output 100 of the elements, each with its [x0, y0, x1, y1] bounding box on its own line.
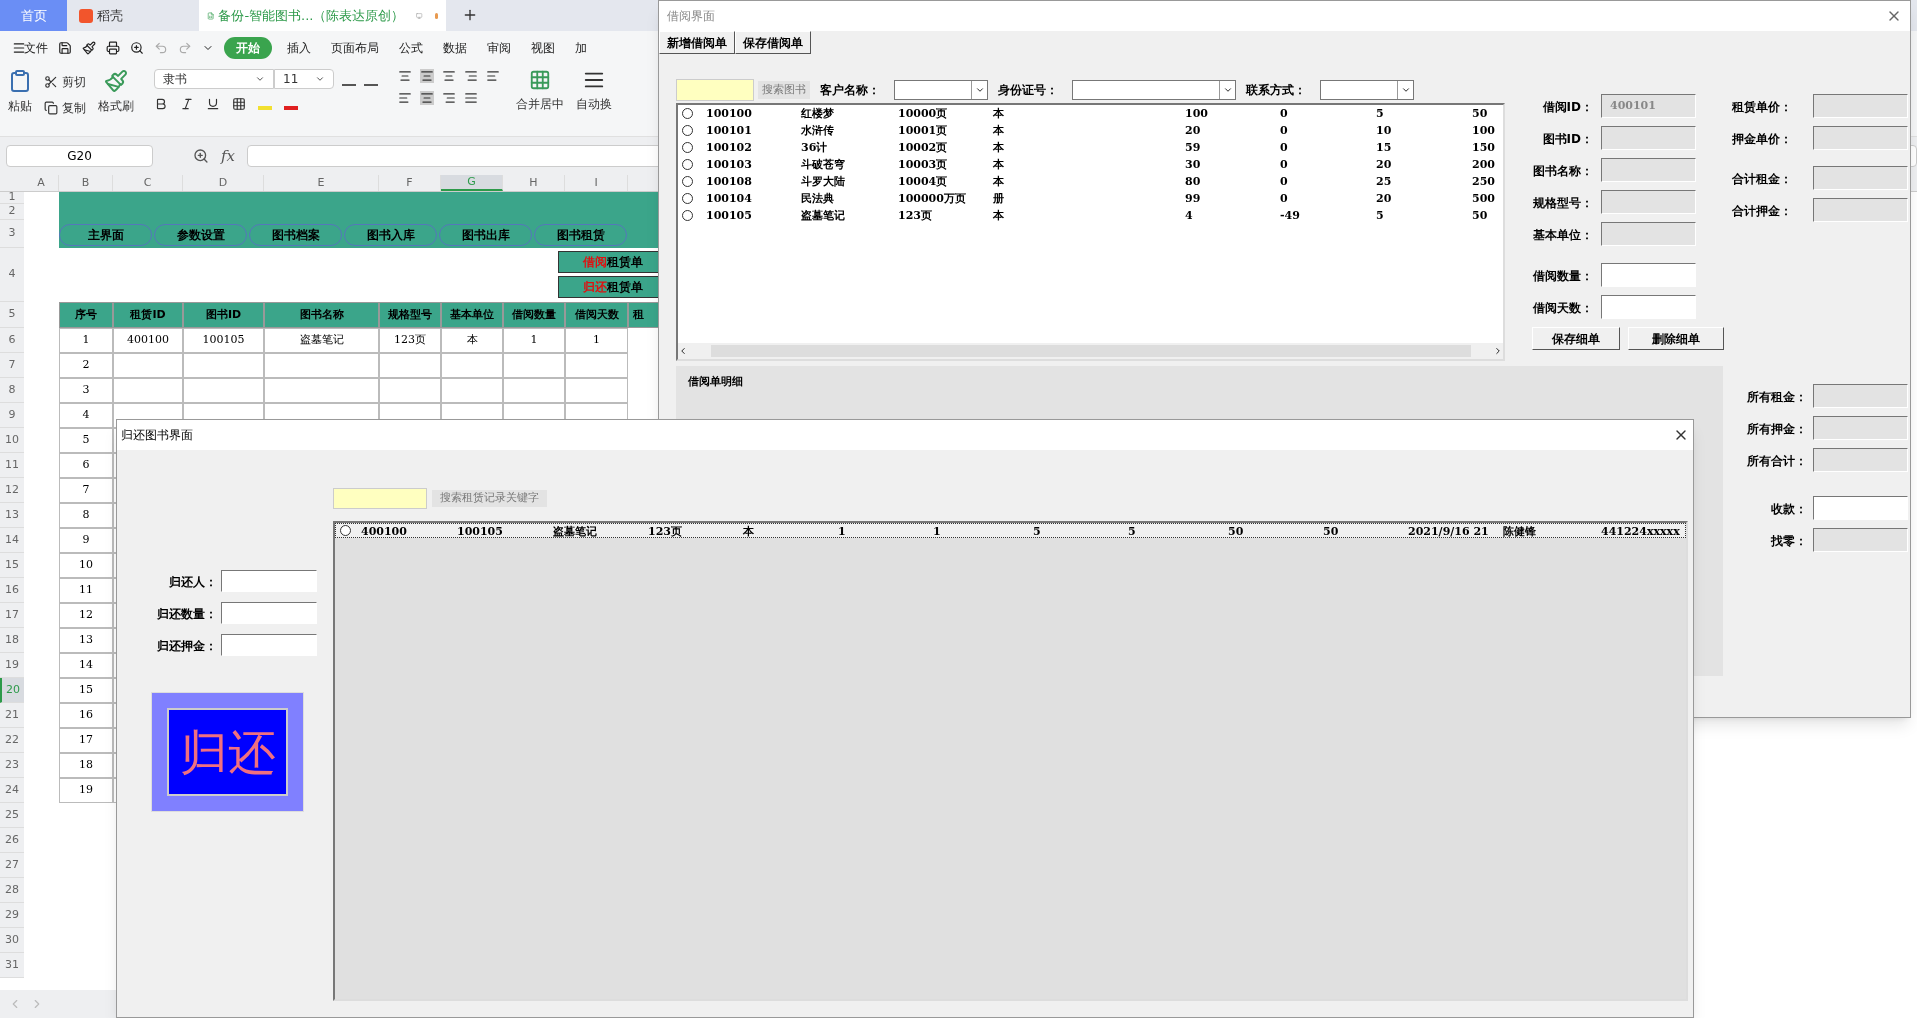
- ribbon-tab[interactable]: 加: [570, 39, 592, 57]
- justify-icon[interactable]: [464, 91, 478, 105]
- row-header[interactable]: 22: [0, 728, 24, 753]
- row-header[interactable]: 29: [0, 903, 24, 928]
- row-header[interactable]: 13: [0, 503, 24, 528]
- zoom-icon[interactable]: [193, 148, 210, 164]
- row-header[interactable]: 21: [0, 703, 24, 728]
- copy-button[interactable]: 复制: [62, 99, 86, 117]
- brush-icon[interactable]: [82, 41, 96, 55]
- row-header[interactable]: 8: [0, 378, 24, 403]
- document-tab[interactable]: 首页: [0, 0, 67, 31]
- row-header[interactable]: 2: [0, 204, 24, 220]
- book-row[interactable]: 100102 36计 10002页 本 59 0 15 150: [678, 139, 1503, 156]
- radio-button[interactable]: [682, 108, 693, 119]
- radio-button[interactable]: [682, 210, 693, 221]
- row-header[interactable]: 7: [0, 353, 24, 378]
- bold-icon[interactable]: [154, 97, 168, 111]
- ribbon-tab[interactable]: 视图: [526, 39, 560, 57]
- book-row[interactable]: 100108 斗罗大陆 10004页 本 80 0 25 250: [678, 173, 1503, 190]
- preview-icon[interactable]: [130, 41, 144, 55]
- row-header[interactable]: 1: [0, 192, 24, 204]
- column-header[interactable]: E: [264, 175, 379, 191]
- underline-icon[interactable]: [206, 97, 220, 111]
- format-painter-button[interactable]: 格式刷: [98, 97, 134, 115]
- italic-icon[interactable]: [180, 97, 194, 111]
- cut-button[interactable]: 剪切: [62, 73, 86, 91]
- radio-button[interactable]: [682, 159, 693, 170]
- combo-box[interactable]: [894, 80, 988, 100]
- ribbon-tab[interactable]: 插入: [282, 39, 316, 57]
- record-row[interactable]: 400100 100105 盗墓笔记 123页 本 1 1 5 5 50 50 2021/9/16 21 陈健锋 441224xxxxx: [335, 523, 1686, 538]
- row-header[interactable]: 31: [0, 953, 24, 978]
- combo-box[interactable]: [1320, 80, 1414, 100]
- ribbon-tab[interactable]: 审阅: [482, 39, 516, 57]
- horizontal-scrollbar[interactable]: [678, 343, 1503, 359]
- row-header[interactable]: 25: [0, 803, 24, 828]
- column-header[interactable]: H: [503, 175, 565, 191]
- ribbon-tab[interactable]: 公式: [394, 39, 428, 57]
- row-header[interactable]: 28: [0, 878, 24, 903]
- row-header[interactable]: 6: [0, 328, 24, 353]
- save-icon[interactable]: [58, 41, 72, 55]
- align-right-icon[interactable]: [442, 91, 456, 105]
- function-button[interactable]: fx: [221, 144, 236, 168]
- cell-name-box[interactable]: G20: [6, 145, 154, 167]
- radio-button[interactable]: [682, 142, 693, 153]
- align-left-icon[interactable]: [398, 91, 412, 105]
- row-header[interactable]: 5: [0, 302, 24, 328]
- radio-button[interactable]: [340, 525, 351, 536]
- paste-button[interactable]: 粘贴: [8, 97, 32, 115]
- print-icon[interactable]: [106, 41, 120, 55]
- row-header[interactable]: 4: [0, 248, 24, 302]
- book-row[interactable]: 100104 民法典 100000万页 册 99 0 20 500: [678, 190, 1503, 207]
- wrap-text-button[interactable]: 自动换: [576, 95, 612, 113]
- ribbon-tab[interactable]: 页面布局: [326, 39, 384, 57]
- font-dropdown[interactable]: 隶书: [154, 69, 274, 89]
- return-button[interactable]: 归还: [167, 708, 288, 796]
- dialog-button[interactable]: 保存细单: [1532, 327, 1620, 350]
- dialog-button[interactable]: 新增借阅单: [659, 31, 735, 54]
- column-header[interactable]: C: [113, 175, 183, 191]
- book-row[interactable]: 100100 红楼梦 10000页 本 100 0 5 50: [678, 105, 1503, 122]
- search-records-button[interactable]: 搜索租赁记录关键字: [432, 490, 547, 507]
- row-header[interactable]: 23: [0, 753, 24, 778]
- new-tab-icon[interactable]: [462, 7, 478, 23]
- book-row[interactable]: 100103 斗破苍穹 10003页 本 30 0 20 200: [678, 156, 1503, 173]
- text-field[interactable]: [1601, 295, 1696, 319]
- outdent-icon[interactable]: [486, 69, 500, 83]
- row-header[interactable]: 9: [0, 403, 24, 428]
- row-header[interactable]: 3: [0, 220, 24, 248]
- indent-icon[interactable]: [464, 69, 478, 83]
- copy-icon[interactable]: [44, 101, 58, 115]
- column-header[interactable]: A: [24, 175, 59, 191]
- row-header[interactable]: 15: [0, 553, 24, 578]
- paste-icon[interactable]: [8, 69, 32, 93]
- align-bottom-icon[interactable]: [442, 69, 456, 83]
- align-middle-icon[interactable]: [420, 69, 434, 83]
- row-header[interactable]: 17: [0, 603, 24, 628]
- record-search-field[interactable]: [333, 488, 427, 509]
- text-field[interactable]: [1601, 263, 1696, 287]
- row-header[interactable]: 16: [0, 578, 24, 603]
- file-menu[interactable]: 文件: [24, 39, 48, 57]
- merge-center-button[interactable]: 合并居中: [516, 95, 564, 113]
- book-row[interactable]: 100105 盗墓笔记 123页 本 4 -49 5 50: [678, 207, 1503, 224]
- search-books-button[interactable]: 搜索图书: [758, 81, 810, 99]
- font-size-dropdown[interactable]: 11: [274, 69, 334, 89]
- row-header[interactable]: 30: [0, 928, 24, 953]
- row-header[interactable]: 24: [0, 778, 24, 803]
- row-header[interactable]: 26: [0, 828, 24, 853]
- borders-icon[interactable]: [232, 97, 246, 111]
- text-field[interactable]: [221, 634, 317, 656]
- row-header[interactable]: 12: [0, 478, 24, 503]
- radio-button[interactable]: [682, 125, 693, 136]
- document-tab[interactable]: 备份-智能图书...（陈表达原创）: [199, 0, 446, 31]
- paintbrush-icon[interactable]: [104, 69, 128, 93]
- book-search-field[interactable]: [676, 79, 754, 101]
- ribbon-tab[interactable]: 开始: [224, 37, 272, 59]
- align-center-icon[interactable]: [420, 91, 434, 105]
- radio-button[interactable]: [682, 176, 693, 187]
- row-header[interactable]: 11: [0, 453, 24, 478]
- merge-icon[interactable]: [529, 69, 551, 91]
- book-row[interactable]: 100101 水浒传 10001页 本 20 0 10 100: [678, 122, 1503, 139]
- combo-box[interactable]: [1072, 80, 1236, 100]
